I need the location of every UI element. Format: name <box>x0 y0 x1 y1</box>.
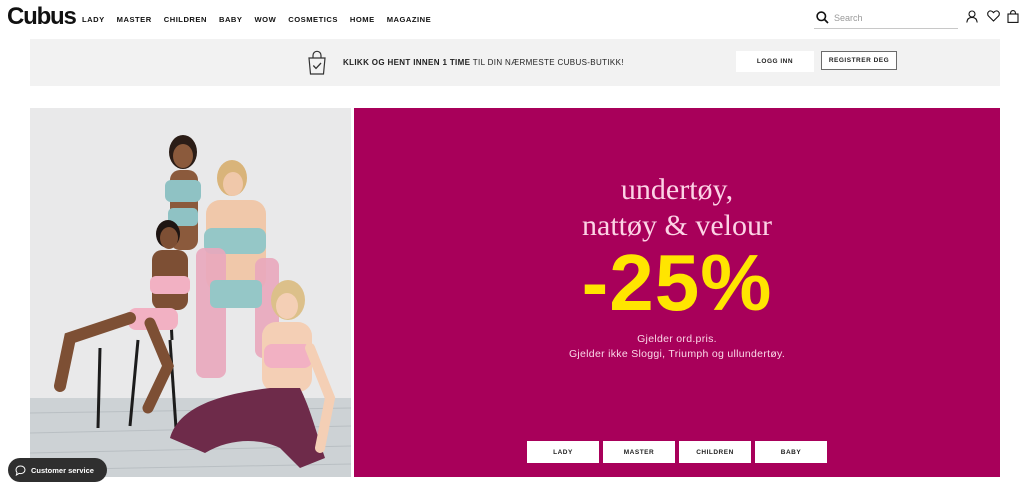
nav-item-magazine[interactable]: MAGAZINE <box>387 15 432 24</box>
cart-bag-icon[interactable] <box>1007 10 1019 23</box>
customer-service-label: Customer service <box>31 465 94 475</box>
login-button[interactable]: LOGG INN <box>736 51 814 72</box>
register-button[interactable]: REGISTRER DEG <box>821 51 897 70</box>
wishlist-heart-icon[interactable] <box>987 10 1000 22</box>
customer-service-button[interactable]: Customer service <box>8 458 107 482</box>
category-button-baby[interactable]: BABY <box>755 441 827 463</box>
search-bar <box>814 8 958 29</box>
promo-message-rest: TIL DIN NÆRMESTE CUBUS-BUTIKK! <box>470 58 624 67</box>
main-nav: LADY MASTER CHILDREN BABY WOW COSMETICS … <box>82 15 443 24</box>
site-header: Cubus LADY MASTER CHILDREN BABY WOW COSM… <box>0 0 1024 38</box>
campaign-panel[interactable]: undertøy, nattøy & velour -25% Gjelder o… <box>354 108 1000 477</box>
cubus-logo[interactable]: Cubus <box>7 3 77 31</box>
category-button-master[interactable]: MASTER <box>603 441 675 463</box>
nav-item-cosmetics[interactable]: COSMETICS <box>288 15 338 24</box>
promo-message-bold: KLIKK OG HENT INNEN 1 TIME <box>343 58 471 67</box>
discount-note-2: Gjelder ikke Sloggi, Triumph og ullunder… <box>568 348 786 360</box>
nav-item-wow[interactable]: WOW <box>255 15 277 24</box>
account-icon[interactable] <box>966 10 978 23</box>
nav-item-home[interactable]: HOME <box>350 15 375 24</box>
nav-item-master[interactable]: MASTER <box>117 15 152 24</box>
headline-line-1: undertøy, <box>620 173 734 206</box>
category-buttons: LADY MASTER CHILDREN BABY <box>527 441 827 463</box>
campaign-photo[interactable] <box>30 108 351 477</box>
category-button-children[interactable]: CHILDREN <box>679 441 751 463</box>
discount-note-1: Gjelder ord.pris. <box>637 333 717 345</box>
campaign-headline: undertøy, nattøy & velour <box>354 172 1000 244</box>
chat-bubble-icon <box>15 464 26 476</box>
category-button-lady[interactable]: LADY <box>527 441 599 463</box>
promo-message: KLIKK OG HENT INNEN 1 TIME TIL DIN NÆRME… <box>343 58 624 67</box>
discount-value: -25% <box>581 238 773 327</box>
search-input[interactable] <box>832 10 956 26</box>
shopping-bag-check-icon <box>308 50 326 75</box>
campaign-photo-illustration <box>30 108 351 477</box>
search-icon[interactable] <box>816 11 829 24</box>
nav-item-baby[interactable]: BABY <box>219 15 243 24</box>
nav-item-lady[interactable]: LADY <box>82 15 105 24</box>
click-and-collect-banner: KLIKK OG HENT INNEN 1 TIME TIL DIN NÆRME… <box>30 39 1000 86</box>
nav-item-children[interactable]: CHILDREN <box>164 15 207 24</box>
